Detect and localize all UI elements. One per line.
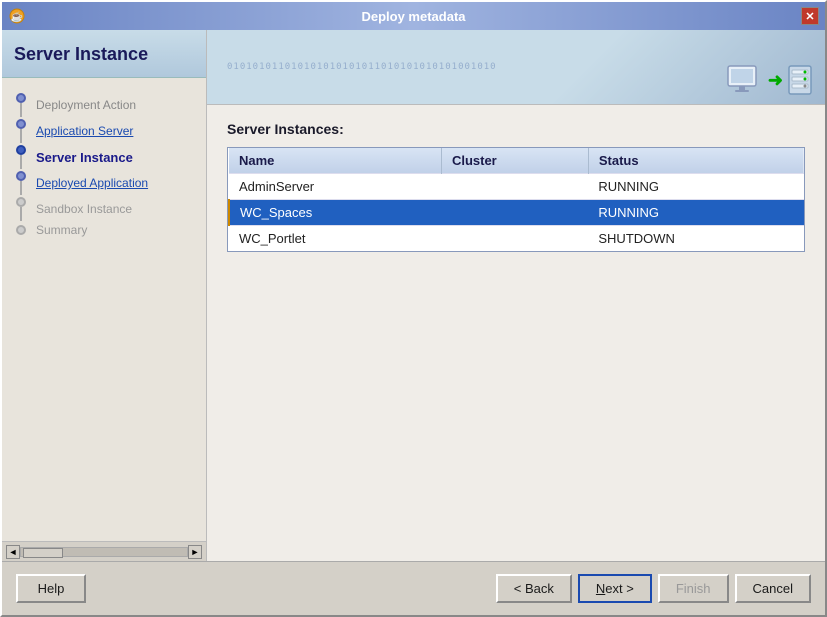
cell-name: WC_Spaces <box>229 200 441 226</box>
cell-name: AdminServer <box>229 174 441 200</box>
section-title: Server Instances: <box>227 121 805 137</box>
left-header-title: Server Instance <box>14 44 194 65</box>
nav-circle-server-instance <box>16 145 26 155</box>
col-header-status: Status <box>588 148 804 174</box>
nav-label-sandbox-instance: Sandbox Instance <box>36 202 132 216</box>
back-button[interactable]: < Back <box>496 574 572 603</box>
nav-label-deployed-application[interactable]: Deployed Application <box>36 176 148 190</box>
left-header: Server Instance <box>2 30 206 78</box>
cell-status: RUNNING <box>588 174 804 200</box>
scrollbar-thumb[interactable] <box>23 548 63 558</box>
close-button[interactable]: ✕ <box>801 7 819 25</box>
table-row[interactable]: WC_Spaces RUNNING <box>229 200 804 226</box>
scrollbar-track[interactable] <box>20 547 188 557</box>
cancel-button[interactable]: Cancel <box>735 574 811 603</box>
scroll-right-button[interactable]: ► <box>188 545 202 559</box>
table-container: Name Cluster Status AdminServer RUNNING <box>227 147 805 252</box>
nav-circle-application-server <box>16 119 26 129</box>
nav-item-sandbox-instance: Sandbox Instance <box>2 195 206 221</box>
table-header-row: Name Cluster Status <box>229 148 804 174</box>
nav-label-application-server[interactable]: Application Server <box>36 124 133 138</box>
svg-text:☕: ☕ <box>11 10 23 23</box>
binary-decoration: 0101010110101010101010110101010101010010… <box>227 62 497 72</box>
table-row[interactable]: WC_Portlet SHUTDOWN <box>229 226 804 252</box>
footer: Help < Back Next > Finish Cancel <box>2 561 825 615</box>
cell-status: SHUTDOWN <box>588 226 804 252</box>
title-bar: ☕ Deploy metadata ✕ <box>2 2 825 30</box>
cell-cluster <box>441 200 588 226</box>
nav-circle-sandbox-instance <box>16 197 26 207</box>
col-header-name: Name <box>229 148 441 174</box>
help-button[interactable]: Help <box>16 574 86 603</box>
deploy-arrow-icon: ➜ <box>768 70 783 91</box>
scroll-left-button[interactable]: ◄ <box>6 545 20 559</box>
nav-item-application-server[interactable]: Application Server <box>2 117 206 143</box>
content-area: Server Instance Deployment Action <box>2 30 825 561</box>
server-instances-table: Name Cluster Status AdminServer RUNNING <box>228 148 804 251</box>
nav-label-deployment-action: Deployment Action <box>36 98 136 112</box>
header-icon-area: ➜ <box>726 64 815 96</box>
nav-item-deployment-action: Deployment Action <box>2 88 206 117</box>
right-header: 0101010110101010101010110101010101010010… <box>207 30 825 105</box>
right-content: Server Instances: Name Cluster Status <box>207 105 825 561</box>
server-icon <box>787 64 815 96</box>
left-scrollbar[interactable]: ◄ ► <box>2 541 206 561</box>
next-label: Next > <box>596 581 634 596</box>
monitor-icon <box>726 64 764 96</box>
nav-circle-summary <box>16 225 26 235</box>
next-button[interactable]: Next > <box>578 574 652 603</box>
nav-item-summary: Summary <box>2 221 206 237</box>
cell-name: WC_Portlet <box>229 226 441 252</box>
table-row[interactable]: AdminServer RUNNING <box>229 174 804 200</box>
table-header: Name Cluster Status <box>229 148 804 174</box>
nav-circle-deployment-action <box>16 93 26 103</box>
app-icon: ☕ <box>8 7 26 25</box>
cell-cluster <box>441 174 588 200</box>
left-panel: Server Instance Deployment Action <box>2 30 207 561</box>
table-body: AdminServer RUNNING WC_Spaces RUNNING WC… <box>229 174 804 252</box>
nav-label-server-instance: Server Instance <box>36 150 133 165</box>
footer-right: < Back Next > Finish Cancel <box>496 574 811 603</box>
finish-button: Finish <box>658 574 729 603</box>
cell-status: RUNNING <box>588 200 804 226</box>
nav-item-deployed-application[interactable]: Deployed Application <box>2 169 206 195</box>
main-window: ☕ Deploy metadata ✕ Server Instance Depl… <box>0 0 827 617</box>
window-title: Deploy metadata <box>26 9 801 24</box>
cell-cluster <box>441 226 588 252</box>
nav-circle-deployed-application <box>16 171 26 181</box>
footer-left: Help <box>16 574 86 603</box>
nav-item-server-instance: Server Instance <box>2 143 206 169</box>
right-panel: 0101010110101010101010110101010101010010… <box>207 30 825 561</box>
col-header-cluster: Cluster <box>441 148 588 174</box>
nav-items: Deployment Action Application Server <box>2 78 206 541</box>
nav-label-summary: Summary <box>36 223 87 237</box>
